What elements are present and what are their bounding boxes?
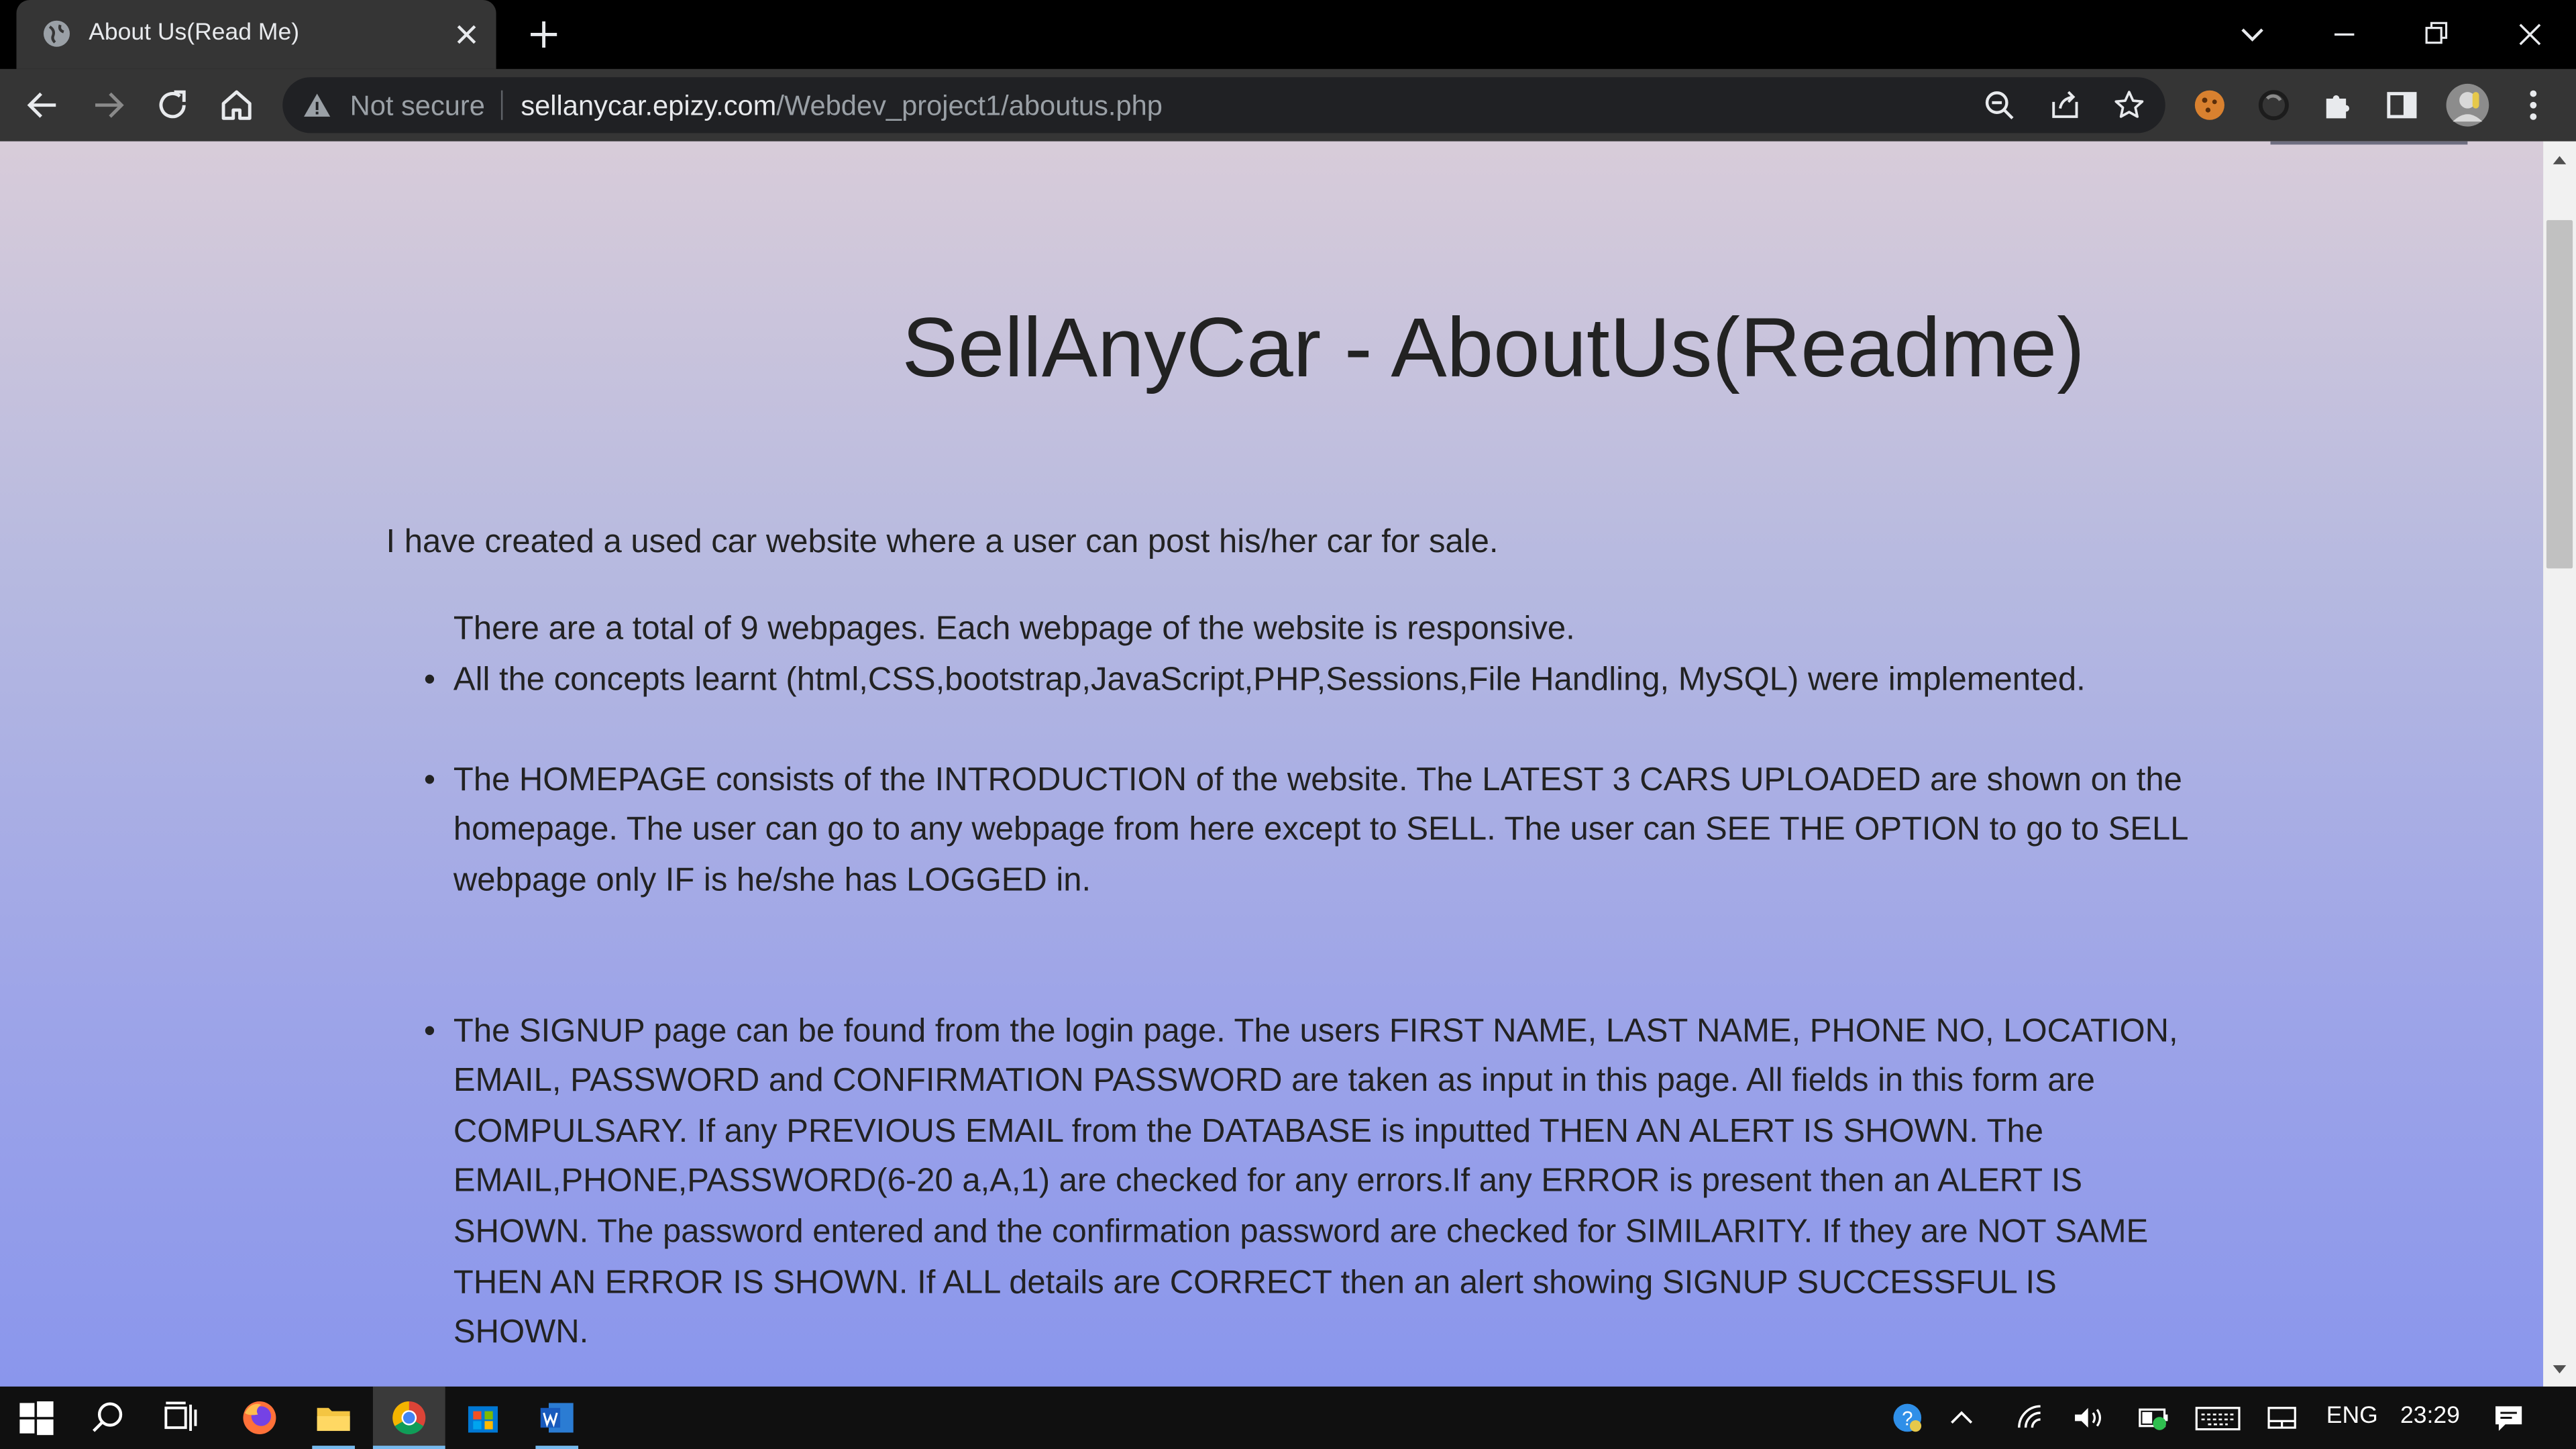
input-language[interactable]: ENG xyxy=(2326,1403,2378,1429)
list-item: • All the concepts learnt (html,CSS,boot… xyxy=(424,655,2198,705)
share-icon[interactable] xyxy=(2049,89,2082,121)
browser-tab-strip: About Us(Read Me) xyxy=(0,0,2576,69)
header-underline xyxy=(2270,141,2468,145)
battery-icon[interactable] xyxy=(2137,1401,2170,1434)
scroll-up-arrow-icon[interactable] xyxy=(2551,153,2567,166)
list-item: • The SIGNUP page can be found from the … xyxy=(424,1006,2198,1358)
tab-search-chevron-icon[interactable] xyxy=(2231,13,2274,56)
bullet-marker: • xyxy=(423,661,436,698)
list-item-text: All the concepts learnt (html,CSS,bootst… xyxy=(453,661,2086,698)
features-list: There are a total of 9 webpages. Each we… xyxy=(424,604,2198,1358)
close-window-icon[interactable] xyxy=(2509,13,2552,56)
notification-center-icon[interactable] xyxy=(2492,1401,2525,1434)
list-plain-item: There are a total of 9 webpages. Each we… xyxy=(453,611,1575,647)
bullet-marker: • xyxy=(423,1012,436,1049)
minimize-icon[interactable] xyxy=(2323,13,2366,56)
windows-start-icon[interactable] xyxy=(15,1397,58,1440)
side-panel-icon[interactable] xyxy=(2382,85,2422,125)
firefox-icon[interactable] xyxy=(238,1397,281,1440)
close-tab-icon[interactable] xyxy=(450,18,483,51)
list-item-text: The HOMEPAGE consists of the INTRODUCTIO… xyxy=(453,761,2188,899)
scroll-down-arrow-icon[interactable] xyxy=(2551,1364,2567,1377)
page-scrollbar[interactable] xyxy=(2543,141,2576,1387)
volume-icon[interactable] xyxy=(2072,1401,2104,1434)
url-path: /Webdev_project1/aboutus.php xyxy=(776,90,1163,122)
extensions-puzzle-icon[interactable] xyxy=(2318,85,2358,125)
warning-triangle-icon[interactable] xyxy=(303,91,332,120)
chrome-active-indicator xyxy=(372,1446,445,1449)
screen: About Us(Read Me) Not secure sellanycar.… xyxy=(0,0,2576,1449)
system-clock[interactable]: 23:29 xyxy=(2400,1403,2460,1429)
url-host: sellanycar.epizy.com xyxy=(521,90,777,122)
word-icon[interactable] xyxy=(535,1397,578,1440)
browser-toolbar: Not secure sellanycar.epizy.com/Webdev_p… xyxy=(0,68,2576,142)
tab-title: About Us(Read Me) xyxy=(89,19,300,46)
tablet-mode-icon[interactable] xyxy=(2265,1401,2298,1434)
list-item-text: The SIGNUP page can be found from the lo… xyxy=(453,1012,2178,1351)
restore-icon[interactable] xyxy=(2415,13,2458,56)
word-indicator xyxy=(535,1446,579,1449)
page-viewport: SellAnyCar - AboutUs(Readme) I have crea… xyxy=(0,141,2544,1387)
show-hidden-icons-chevron-icon[interactable] xyxy=(1945,1401,1978,1434)
back-icon[interactable] xyxy=(23,85,62,125)
cookie-extension-icon[interactable] xyxy=(2190,85,2229,125)
task-view-icon[interactable] xyxy=(160,1397,203,1440)
scrollbar-thumb[interactable] xyxy=(2546,220,2573,569)
bookmark-star-icon[interactable] xyxy=(2112,89,2145,121)
globe-icon xyxy=(43,20,70,47)
home-icon[interactable] xyxy=(217,85,256,125)
file-explorer-indicator xyxy=(312,1446,355,1449)
search-icon[interactable] xyxy=(87,1397,130,1440)
windows-taskbar: ? ENG 23:29 xyxy=(0,1386,2576,1449)
microsoft-store-icon[interactable] xyxy=(462,1397,504,1440)
profile-avatar-icon[interactable] xyxy=(2445,82,2491,128)
browser-tab[interactable]: About Us(Read Me) xyxy=(16,0,496,69)
omnibox-divider xyxy=(500,90,503,120)
chrome-icon[interactable] xyxy=(388,1397,431,1440)
new-tab-icon[interactable] xyxy=(526,16,562,52)
file-explorer-icon[interactable] xyxy=(312,1397,355,1440)
intro-paragraph: I have created a used car website where … xyxy=(386,524,1499,561)
address-bar[interactable]: Not secure sellanycar.epizy.com/Webdev_p… xyxy=(282,77,2165,133)
url-text[interactable]: sellanycar.epizy.com/Webdev_project1/abo… xyxy=(521,91,1163,123)
forward-icon[interactable] xyxy=(89,85,128,125)
sync-extension-icon[interactable] xyxy=(2254,85,2294,125)
wifi-icon[interactable] xyxy=(2014,1401,2047,1434)
list-item: • The HOMEPAGE consists of the INTRODUCT… xyxy=(424,755,2198,906)
page-title: SellAnyCar - AboutUs(Readme) xyxy=(902,301,2085,394)
help-icon[interactable]: ? xyxy=(1891,1401,1924,1434)
reload-icon[interactable] xyxy=(153,85,193,125)
browser-menu-icon[interactable] xyxy=(2514,85,2553,125)
security-label[interactable]: Not secure xyxy=(350,91,485,123)
touch-keyboard-icon[interactable] xyxy=(2195,1401,2241,1434)
bullet-marker: • xyxy=(423,761,436,798)
zoom-out-icon[interactable] xyxy=(1983,89,2016,121)
